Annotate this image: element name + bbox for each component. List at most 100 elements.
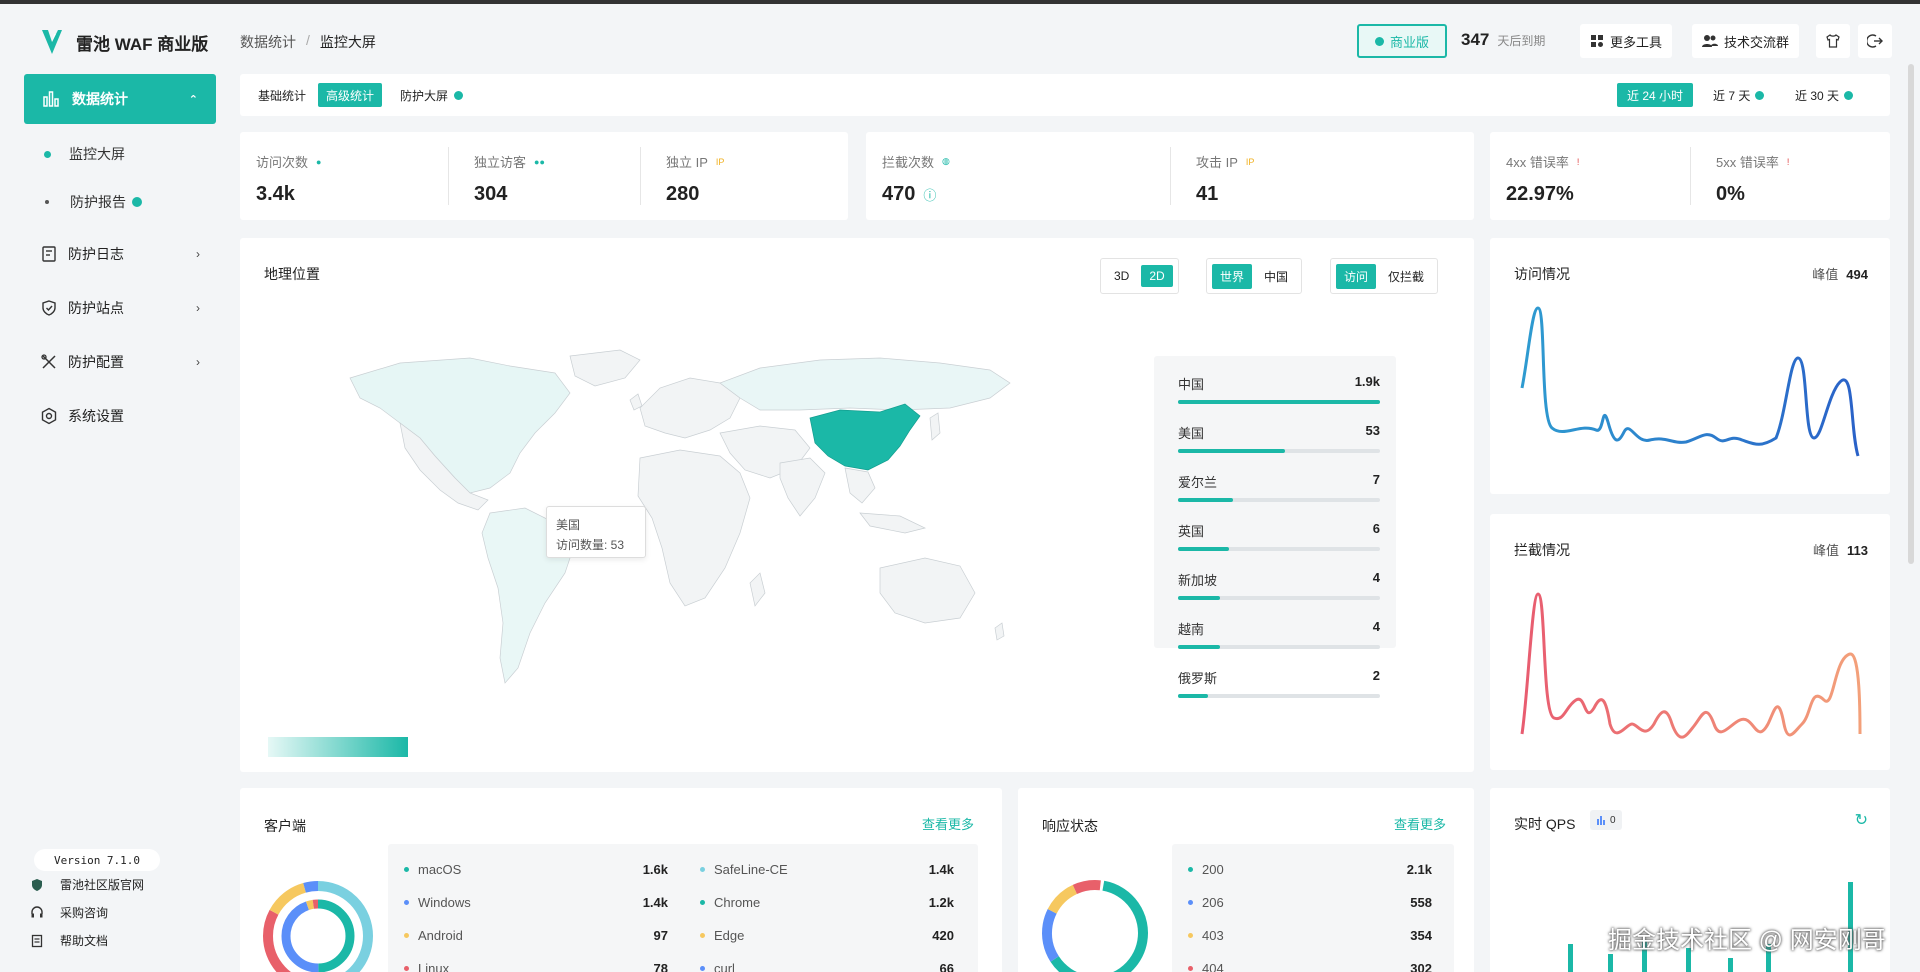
footer-link-label: 帮助文档 — [60, 934, 109, 948]
map-color-scale[interactable] — [268, 737, 408, 757]
stat-value: 304 — [474, 183, 508, 205]
range-label: 近 7 天 — [1713, 88, 1751, 103]
community-group-button[interactable]: 技术交流群 — [1692, 24, 1800, 58]
breadcrumb-parent[interactable]: 数据统计 — [240, 32, 296, 52]
users-icon: ●● — [534, 156, 545, 167]
legend-dot — [700, 966, 705, 971]
range-30d[interactable]: 近 30 天 — [1785, 83, 1863, 107]
legend-dot — [404, 966, 409, 971]
logout-button[interactable] — [1858, 24, 1892, 58]
legend-value: 1.4k — [928, 862, 954, 877]
community-label: 技术交流群 — [1724, 34, 1790, 50]
divider — [640, 147, 641, 205]
ranking-row: 越南 4 — [1178, 619, 1380, 649]
legend-value: 78 — [653, 961, 668, 972]
legend-dot — [700, 867, 705, 872]
country-count: 7 — [1372, 472, 1380, 487]
ranking-row: 爱尔兰 7 — [1178, 472, 1380, 502]
tab-advanced[interactable]: 高级统计 — [318, 83, 383, 107]
peak-label: 峰值 — [1813, 543, 1840, 558]
legend-item: Chrome — [700, 895, 760, 910]
blocks-chart-title: 拦截情况 — [1514, 542, 1570, 558]
legend-item: 206 — [1188, 895, 1224, 910]
legend-label: Windows — [418, 895, 471, 910]
legend-dot — [1188, 933, 1193, 938]
breadcrumb-separator: / — [306, 32, 310, 48]
bullet-dot — [45, 200, 49, 204]
view-3d-button[interactable]: 3D — [1106, 265, 1137, 287]
range-7d[interactable]: 近 7 天 — [1703, 83, 1774, 107]
visits-line-chart[interactable] — [1510, 298, 1870, 478]
filter-visits-button[interactable]: 访问 — [1336, 263, 1377, 289]
pro-badge-icon — [132, 197, 142, 207]
sidebar-item-config[interactable]: 防护配置 › — [40, 352, 200, 372]
blocks-series-line — [1520, 592, 1862, 739]
clients-view-more-link[interactable]: 查看更多 — [922, 814, 974, 833]
map-tooltip: 美国 访问数量: 53 — [546, 506, 646, 558]
nav-group-statistics[interactable]: 数据统计 ⌃ — [24, 74, 216, 124]
ratio-fill — [1178, 400, 1380, 404]
legend-item: Linux — [404, 961, 449, 972]
responses-legend: 200 2.1k 206 558 403 354 404 302 — [1172, 844, 1454, 972]
country-count: 2 — [1372, 668, 1380, 683]
more-tools-button[interactable]: 更多工具 — [1580, 24, 1673, 58]
chevron-up-icon: ⌃ — [188, 93, 198, 106]
pro-badge-icon — [454, 90, 464, 100]
blocks-line-chart[interactable] — [1510, 574, 1870, 754]
country-count: 4 — [1372, 619, 1380, 634]
country-name: 中国 — [1178, 377, 1205, 392]
sidebar-item-logs[interactable]: 防护日志 › — [40, 244, 200, 264]
sidebar-item-label: 系统设置 — [68, 408, 124, 424]
scope-toggle: 世界 中国 — [1206, 258, 1303, 294]
sidebar-item-monitor-screen[interactable]: 监控大屏 — [44, 144, 125, 164]
docs-link[interactable]: 帮助文档 — [30, 932, 108, 949]
community-site-link[interactable]: 雷池社区版官网 — [30, 876, 144, 893]
nav-group-label: 数据统计 — [72, 91, 128, 107]
sidebar-item-settings[interactable]: 系统设置 — [40, 406, 200, 426]
chevron-right-icon: › — [196, 355, 200, 369]
legend-value: 1.2k — [928, 895, 954, 910]
tooltip-country: 美国 — [556, 518, 581, 532]
scope-world-button[interactable]: 世界 — [1212, 263, 1253, 289]
sidebar-item-sites[interactable]: 防护站点 › — [40, 298, 200, 318]
purchase-link[interactable]: 采购咨询 — [30, 904, 108, 921]
page-scrollbar[interactable] — [1908, 64, 1914, 564]
log-icon — [42, 246, 56, 262]
country-name: 俄罗斯 — [1178, 671, 1218, 686]
headset-icon — [31, 905, 43, 917]
legend-value: 97 — [653, 928, 668, 943]
scope-china-button[interactable]: 中国 — [1256, 264, 1296, 289]
range-24h[interactable]: 近 24 小时 — [1617, 83, 1694, 107]
legend-value: 2.1k — [1406, 862, 1432, 877]
edition-badge[interactable]: 商业版 — [1357, 24, 1447, 58]
chevron-right-icon: › — [196, 247, 200, 261]
legend-dot — [1188, 867, 1193, 872]
user-icon: ● — [316, 156, 322, 167]
view-2d-button[interactable]: 2D — [1141, 265, 1173, 287]
refresh-icon[interactable]: ↻ — [1855, 810, 1868, 830]
users-icon — [1702, 35, 1718, 47]
info-icon[interactable]: ⓘ — [923, 185, 936, 204]
tab-basic[interactable]: 基础统计 — [250, 83, 314, 107]
breadcrumb-current: 监控大屏 — [319, 34, 376, 50]
app-logo[interactable]: 雷池 WAF 商业版 — [40, 28, 208, 56]
tab-protection-screen[interactable]: 防护大屏 — [392, 83, 471, 107]
clients-donut-chart[interactable] — [260, 878, 390, 972]
theme-button[interactable] — [1816, 24, 1850, 58]
ratio-track — [1178, 645, 1380, 649]
responses-view-more-link[interactable]: 查看更多 — [1394, 814, 1446, 833]
ratio-track — [1178, 449, 1380, 453]
response-donut-chart[interactable] — [1040, 878, 1160, 972]
tooltip-value: 访问数量: 53 — [556, 538, 625, 552]
legend-label: curl — [714, 961, 735, 972]
legend-label: Android — [418, 928, 463, 943]
filter-blocked-button[interactable]: 仅拦截 — [1380, 264, 1432, 289]
shirt-icon — [1826, 34, 1840, 48]
sidebar-item-label: 防护站点 — [68, 300, 124, 316]
stat-value: 3.4k — [256, 183, 295, 205]
sidebar-item-protection-report[interactable]: 防护报告 — [44, 192, 142, 212]
sidebar-item-label: 防护报告 — [70, 194, 126, 210]
world-map[interactable] — [340, 338, 1020, 708]
legend-label: macOS — [418, 862, 462, 877]
traffic-stats-card: 访问次数 ● 3.4k 独立访客 ●● 304 独立 IP IP 280 — [240, 132, 848, 220]
